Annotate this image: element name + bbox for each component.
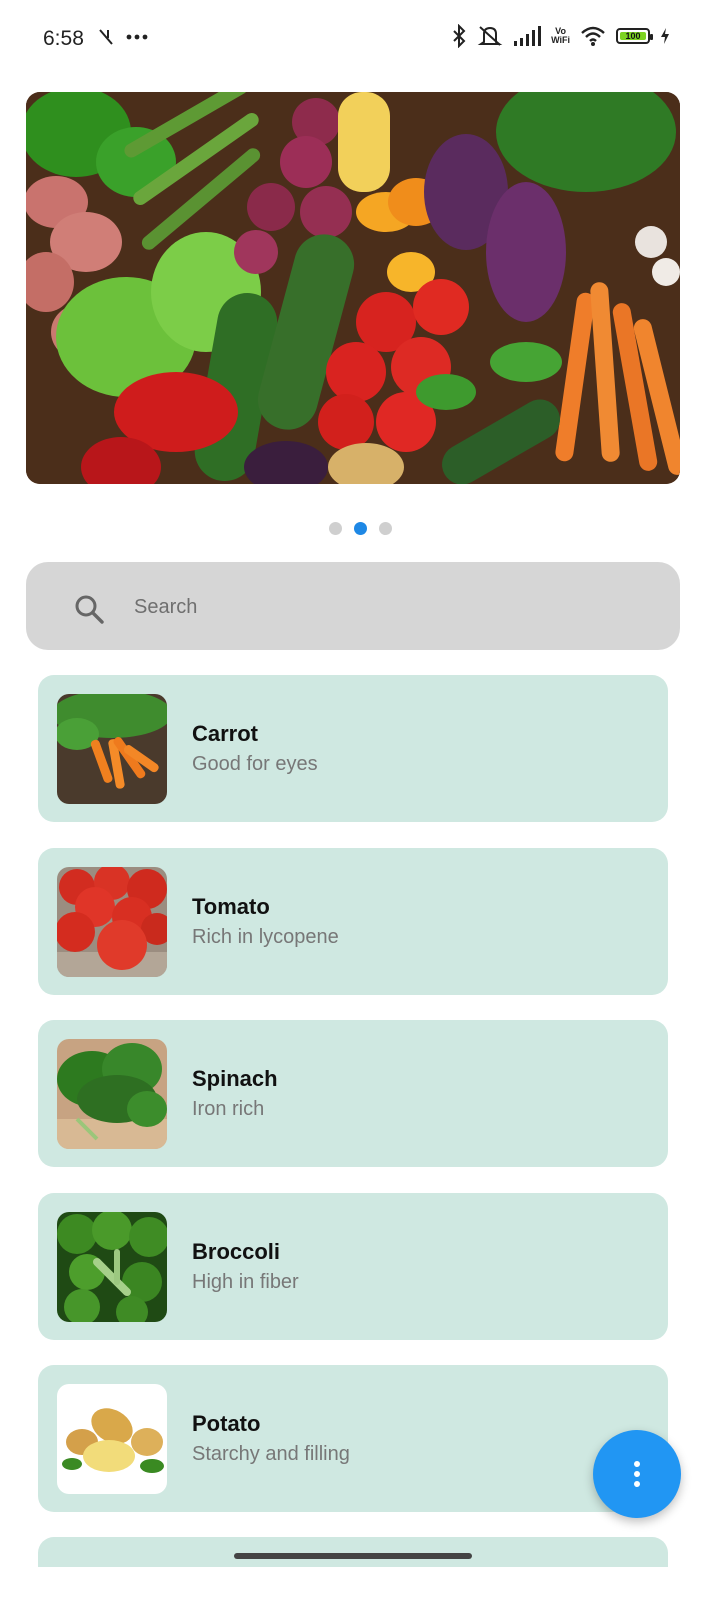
status-bar: 6:58 Vo WiFi 100 — [0, 0, 720, 80]
carrot-thumbnail — [57, 694, 167, 804]
broccoli-thumbnail — [57, 1212, 167, 1322]
item-description: High in fiber — [192, 1271, 299, 1293]
item-name: Potato — [192, 1411, 261, 1436]
list-item-partial[interactable] — [38, 1537, 668, 1567]
potato-thumbnail — [57, 1384, 167, 1494]
cellular-signal-icon — [514, 26, 542, 46]
list-item[interactable]: Broccoli High in fiber — [38, 1193, 668, 1340]
wifi-icon — [581, 26, 605, 46]
search-bar[interactable] — [26, 562, 680, 650]
more-dots-icon — [126, 34, 148, 40]
list-item[interactable]: Carrot Good for eyes — [38, 675, 668, 822]
search-icon — [75, 595, 104, 624]
tomato-thumbnail — [57, 867, 167, 977]
item-description: Iron rich — [192, 1098, 265, 1120]
mute-icon — [477, 26, 503, 46]
carousel-dot-3[interactable] — [378, 522, 392, 535]
vegetables-illustration — [26, 92, 680, 484]
list-item[interactable]: Potato Starchy and filling — [38, 1365, 668, 1512]
carousel-indicator[interactable] — [0, 522, 720, 535]
list-item[interactable]: Tomato Rich in lycopene — [38, 848, 668, 995]
item-name: Spinach — [192, 1066, 278, 1091]
item-name: Broccoli — [192, 1239, 281, 1264]
vowifi-indicator: Vo WiFi — [551, 26, 570, 45]
battery-icon: 100 — [616, 28, 653, 44]
battery-fill: 100 — [620, 31, 646, 41]
more-options-button[interactable] — [593, 1430, 681, 1518]
item-description: Good for eyes — [192, 753, 318, 775]
item-name: Carrot — [192, 721, 259, 746]
status-icons: Vo WiFi 100 — [451, 24, 670, 48]
status-time: 6:58 — [43, 27, 84, 50]
bluetooth-icon — [453, 24, 466, 48]
home-indicator[interactable] — [234, 1553, 472, 1559]
carousel-dot-2[interactable] — [353, 522, 367, 535]
item-description: Rich in lycopene — [192, 926, 339, 948]
carousel-dot-1[interactable] — [328, 522, 342, 535]
search-input[interactable] — [132, 588, 656, 626]
more-vert-icon — [634, 1461, 640, 1487]
item-description: Starchy and filling — [192, 1443, 350, 1465]
signal-slash-icon — [99, 29, 113, 45]
spinach-thumbnail — [57, 1039, 167, 1149]
list-item[interactable]: Spinach Iron rich — [38, 1020, 668, 1167]
vegetable-banner-image[interactable] — [26, 92, 680, 484]
item-name: Tomato — [192, 894, 270, 919]
charging-icon — [661, 28, 669, 44]
